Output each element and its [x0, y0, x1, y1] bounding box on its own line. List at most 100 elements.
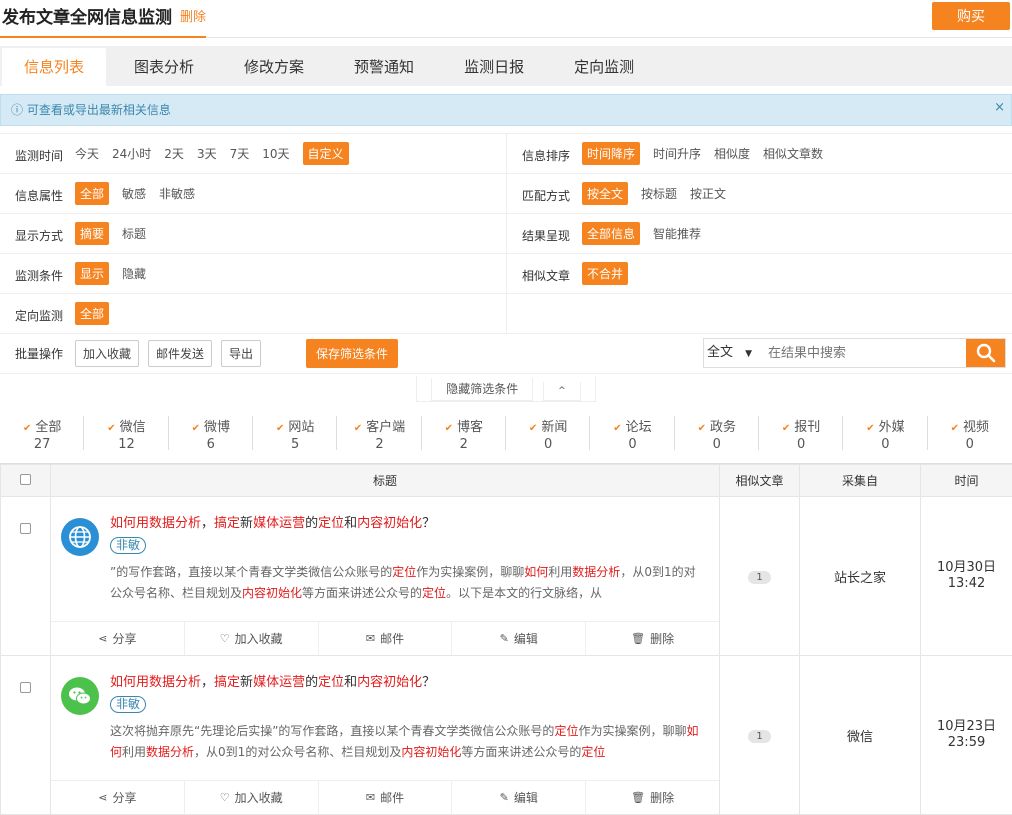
filter-match: 匹配方式按全文按标题按正文: [506, 174, 1012, 213]
batch-button-1[interactable]: 邮件发送: [148, 340, 212, 367]
filter-option-sort[interactable]: 相似文章数: [763, 145, 823, 162]
snippet-part: 数据分析: [146, 745, 194, 759]
article-title[interactable]: 如何用数据分析，搞定新媒体运营的定位和内容初始化？: [110, 515, 719, 533]
search-button[interactable]: [966, 339, 1005, 367]
action-2[interactable]: ✉邮件: [319, 781, 453, 814]
check-icon: ✔: [445, 423, 453, 434]
action-1[interactable]: ♡加入收藏: [185, 622, 319, 655]
search-scope-select[interactable]: 全文 ▼: [704, 339, 764, 367]
action-1[interactable]: ♡加入收藏: [185, 781, 319, 814]
similar-badge[interactable]: 1: [748, 730, 770, 743]
filter-option-match[interactable]: 按全文: [582, 182, 628, 205]
check-icon: ✔: [951, 423, 959, 434]
source-count[interactable]: ✔网站5: [253, 404, 337, 463]
close-icon[interactable]: ×: [994, 93, 1005, 123]
check-icon: ✔: [354, 423, 362, 434]
similar-badge[interactable]: 1: [748, 571, 770, 584]
filter-option-match[interactable]: 按标题: [641, 185, 677, 202]
trash-icon: 🗑: [631, 632, 645, 645]
tab-3[interactable]: 预警通知: [332, 46, 436, 86]
action-4[interactable]: 🗑删除: [586, 781, 719, 814]
source-count[interactable]: ✔微信12: [84, 404, 168, 463]
filter-option-display[interactable]: 摘要: [75, 222, 109, 245]
action-3[interactable]: ✎编辑: [452, 781, 586, 814]
batch-label: 批量操作: [0, 345, 75, 362]
title-part: 的: [305, 516, 318, 531]
source-count[interactable]: ✔外媒0: [843, 404, 927, 463]
delete-scheme-link[interactable]: 删除: [180, 0, 206, 36]
batch-button-2[interactable]: 导出: [221, 340, 261, 367]
article-title[interactable]: 如何用数据分析，搞定新媒体运营的定位和内容初始化？: [110, 674, 719, 692]
filter-option-time[interactable]: 3天: [197, 145, 217, 162]
row-checkbox[interactable]: [20, 682, 31, 693]
source-count[interactable]: ✔论坛0: [590, 404, 674, 463]
hide-filters-toggle[interactable]: 隐藏筛选条件 ^: [0, 374, 1012, 404]
heart-icon: ♡: [220, 791, 230, 804]
action-0[interactable]: ⋖分享: [51, 781, 185, 814]
tab-1[interactable]: 图表分析: [112, 46, 216, 86]
buy-button[interactable]: 购买: [932, 2, 1010, 30]
source-count[interactable]: ✔博客2: [422, 404, 506, 463]
source-count[interactable]: ✔客户端2: [337, 404, 421, 463]
title-part: 和: [344, 675, 357, 690]
filter-option-result[interactable]: 全部信息: [582, 222, 640, 245]
source-count[interactable]: ✔微博6: [169, 404, 253, 463]
source-count[interactable]: ✔新闻0: [506, 404, 590, 463]
source-count[interactable]: ✔政务0: [675, 404, 759, 463]
mail-icon: ✉: [366, 791, 375, 804]
filter-option-sort[interactable]: 时间降序: [582, 142, 640, 165]
batch-button-0[interactable]: 加入收藏: [75, 340, 139, 367]
tab-4[interactable]: 监测日报: [442, 46, 546, 86]
select-all-header[interactable]: [1, 465, 51, 497]
select-all-checkbox[interactable]: [20, 474, 31, 485]
tab-0[interactable]: 信息列表: [2, 48, 106, 86]
source-count[interactable]: ✔全部27: [0, 404, 84, 463]
pencil-icon: ✎: [500, 791, 509, 804]
title-part: 的: [305, 675, 318, 690]
time-text: 23:59: [921, 735, 1012, 751]
filter-option-sort[interactable]: 相似度: [714, 145, 750, 162]
filter-option-time[interactable]: 7天: [230, 145, 250, 162]
filter-label-display: 显示方式: [0, 227, 75, 244]
source-num: 2: [337, 437, 421, 452]
row-checkbox[interactable]: [20, 523, 31, 534]
tab-2[interactable]: 修改方案: [222, 46, 326, 86]
action-2[interactable]: ✉邮件: [319, 622, 453, 655]
save-filter-button[interactable]: 保存筛选条件: [306, 339, 398, 368]
filter-option-time[interactable]: 自定义: [303, 142, 349, 165]
source-label: 新闻: [541, 420, 567, 435]
filter-option-cond[interactable]: 显示: [75, 262, 109, 285]
filter-sort: 信息排序时间降序时间升序相似度相似文章数: [506, 134, 1012, 173]
action-4[interactable]: 🗑 删除: [586, 622, 719, 655]
action-3[interactable]: ✎编辑: [452, 622, 586, 655]
filter-option-attr[interactable]: 非敏感: [159, 185, 195, 202]
source-count[interactable]: ✔视频0: [928, 404, 1012, 463]
filter-panel: 监测时间今天 24小时 2天 3天 7天 10天自定义 信息排序时间降序时间升序相似度相似文…: [0, 133, 1012, 334]
tab-5[interactable]: 定向监测: [552, 46, 656, 86]
source-count[interactable]: ✔报刊0: [759, 404, 843, 463]
filter-option-time[interactable]: 24小时: [112, 145, 151, 162]
filter-option-display[interactable]: 标题: [122, 225, 146, 242]
filter-option-cond[interactable]: 隐藏: [122, 265, 146, 282]
search-input[interactable]: [764, 339, 966, 367]
action-label: 删除: [650, 630, 674, 647]
filter-option-attr[interactable]: 全部: [75, 182, 109, 205]
filter-option-match[interactable]: 按正文: [690, 185, 726, 202]
filter-option-directed[interactable]: 全部: [75, 302, 109, 325]
action-label: 加入收藏: [235, 630, 283, 647]
filter-option-sort[interactable]: 时间升序: [653, 145, 701, 162]
title-part: ？: [422, 675, 435, 690]
filter-option-time[interactable]: 今天: [75, 145, 99, 162]
date-text: 10月30日: [921, 560, 1012, 576]
title-part: ？: [422, 516, 435, 531]
check-icon: ✔: [529, 423, 537, 434]
filter-option-attr[interactable]: 敏感: [122, 185, 146, 202]
action-0[interactable]: ⋖分享: [51, 622, 185, 655]
action-label: 分享: [113, 789, 137, 806]
filter-option-similar[interactable]: 不合并: [582, 262, 628, 285]
similar-cell: 1: [720, 656, 800, 815]
filter-option-time[interactable]: 2天: [164, 145, 184, 162]
filter-label-time: 监测时间: [0, 147, 75, 164]
filter-option-result[interactable]: 智能推荐: [653, 225, 701, 242]
filter-option-time[interactable]: 10天: [262, 145, 289, 162]
